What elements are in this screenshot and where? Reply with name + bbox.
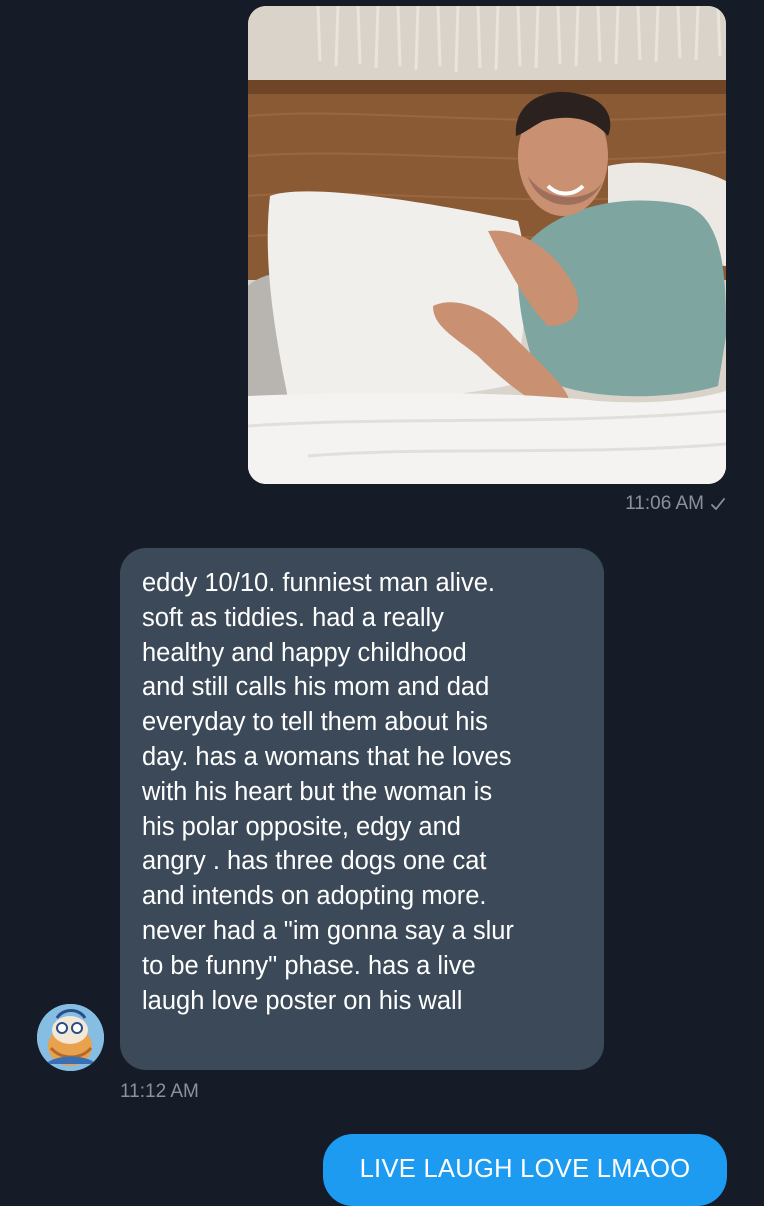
conversation-view: 11:06 AM eddy 10/10. funniest man alive.… (0, 0, 764, 1206)
avatar-illustration (37, 1004, 104, 1071)
photo-illustration (248, 6, 726, 484)
sent-photo[interactable] (248, 6, 726, 484)
sent-photo-time: 11:06 AM (625, 493, 704, 514)
received-message-bubble[interactable]: eddy 10/10. funniest man alive. soft as … (120, 548, 604, 1070)
avatar[interactable] (37, 1004, 104, 1071)
sent-photo-timestamp: 11:06 AM (625, 493, 726, 515)
sent-message-text: LIVE LAUGH LOVE LMAOO (359, 1155, 691, 1183)
check-icon (711, 498, 725, 510)
received-message-text: eddy 10/10. funniest man alive. soft as … (142, 569, 514, 1015)
sent-message-bubble[interactable]: LIVE LAUGH LOVE LMAOO (323, 1134, 727, 1206)
received-message-timestamp: 11:12 AM (120, 1081, 199, 1102)
